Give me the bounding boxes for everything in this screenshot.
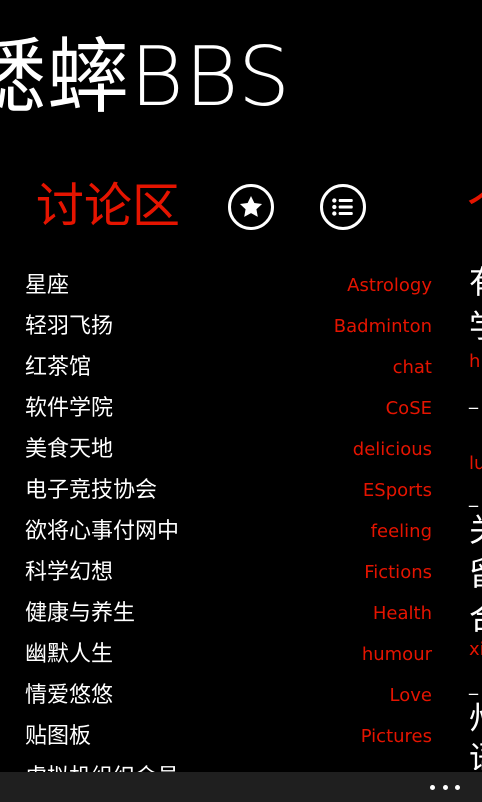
forum-name-cn: 虚拟机组织会员 xyxy=(25,762,179,772)
next-pane-line: 留 xyxy=(469,554,482,594)
forum-name-en: Badminton xyxy=(333,316,432,337)
forum-item-cose[interactable]: 软件学院 CoSE xyxy=(0,389,460,430)
forum-item-astrology[interactable]: 星座 Astrology xyxy=(0,266,460,307)
forum-item-fictions[interactable]: 科学幻想 Fictions xyxy=(0,553,460,594)
next-pane-line: _ xyxy=(469,675,478,696)
forum-name-en: Love xyxy=(389,685,432,706)
forum-name-en: Astrology xyxy=(347,275,432,296)
next-pane-line: 有 xyxy=(469,262,482,302)
forum-name-en: Fictions xyxy=(364,562,432,583)
forum-name-en: Pictures xyxy=(360,726,432,747)
forum-name-en: CoSE xyxy=(385,398,432,419)
favorites-button[interactable] xyxy=(228,184,274,230)
forum-name-en: Health xyxy=(372,603,432,624)
next-pane-line: 学 xyxy=(469,306,482,346)
forum-name-cn: 轻羽飞扬 xyxy=(25,314,114,339)
forum-name-en: delicious xyxy=(352,439,432,460)
next-pane-line: _ xyxy=(469,487,478,508)
forum-name-cn: 健康与养生 xyxy=(25,601,136,626)
next-pane-line: 关 xyxy=(469,510,482,550)
ellipsis-dot xyxy=(442,784,448,790)
next-pivot-pane-peek[interactable]: 个 有 学 h _ lu _ 关 留 合 xi _ 州 语 xyxy=(462,170,482,770)
forum-name-cn: 贴图板 xyxy=(25,724,92,749)
next-pane-line: lu xyxy=(469,453,482,474)
next-pane-line: 语 xyxy=(469,738,482,770)
forum-item-badminton[interactable]: 轻羽飞扬 Badminton xyxy=(0,307,460,348)
forum-item-chat[interactable]: 红茶馆 chat xyxy=(0,348,460,389)
ellipsis-icon[interactable] xyxy=(430,779,460,795)
forum-name-cn: 欲将心事付网中 xyxy=(25,519,180,544)
next-pane-title: 个 xyxy=(467,176,482,236)
forum-name-cn: 红茶馆 xyxy=(25,355,92,380)
forum-item-love[interactable]: 情爱悠悠 Love xyxy=(0,676,460,717)
forum-name-en: ESports xyxy=(362,480,432,501)
section-title[interactable]: 讨论区 xyxy=(36,176,180,236)
forum-name-cn: 电子竞技协会 xyxy=(25,478,158,503)
next-pane-line: xi xyxy=(469,639,482,660)
forum-item-humour[interactable]: 幽默人生 humour xyxy=(0,635,460,676)
forum-name-en: humour xyxy=(361,644,432,665)
next-pane-line: 合 xyxy=(469,598,482,638)
forum-item-feeling[interactable]: 欲将心事付网中 feeling xyxy=(0,512,460,553)
star-icon xyxy=(239,195,263,217)
section-header: 讨论区 xyxy=(0,170,482,245)
app-title: 蟋蟀BBS xyxy=(0,22,482,134)
forum-name-cn: 科学幻想 xyxy=(25,560,114,585)
forum-item-health[interactable]: 健康与养生 Health xyxy=(0,594,460,635)
forum-name-cn: 幽默人生 xyxy=(25,642,114,667)
forum-item-esports[interactable]: 电子竞技协会 ESports xyxy=(0,471,460,512)
forum-item-delicious[interactable]: 美食天地 delicious xyxy=(0,430,460,471)
forum-name-en: feeling xyxy=(370,521,432,542)
forum-name-cn: 软件学院 xyxy=(25,396,114,421)
forum-item-pictures[interactable]: 贴图板 Pictures xyxy=(0,717,460,758)
forum-name-cn: 星座 xyxy=(25,273,70,298)
app-title-text: 蟋蟀BBS xyxy=(0,30,291,125)
forum-name-cn: 情爱悠悠 xyxy=(25,683,114,708)
next-pane-line: h xyxy=(469,351,481,372)
forum-name-cn: 美食天地 xyxy=(25,437,114,462)
ellipsis-dot xyxy=(430,784,435,790)
forum-list[interactable]: 星座 Astrology 轻羽飞扬 Badminton 红茶馆 chat 软件学… xyxy=(0,266,460,772)
forum-name-en: chat xyxy=(392,357,432,378)
next-pane-line: _ xyxy=(469,389,478,410)
next-pane-line: 州 xyxy=(469,698,482,738)
ellipsis-dot xyxy=(455,784,460,790)
forum-item-partial[interactable]: 虚拟机组织会员 xyxy=(0,758,460,772)
list-button[interactable] xyxy=(320,184,366,230)
list-icon xyxy=(332,198,353,216)
app-bar xyxy=(0,772,482,802)
